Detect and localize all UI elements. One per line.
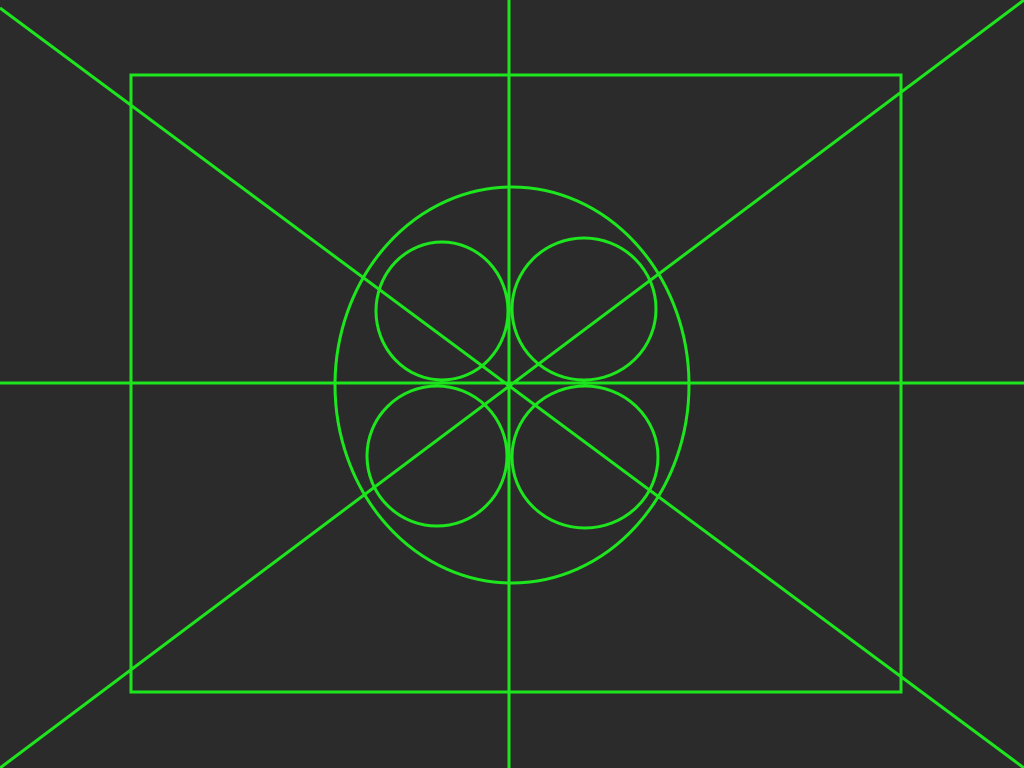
small-circle-bottom-left <box>365 384 509 528</box>
small-circle-bottom-right <box>510 384 660 530</box>
small-circle-top-right <box>510 236 658 382</box>
small-circle-top-left <box>374 240 510 382</box>
test-pattern-canvas <box>0 0 1024 768</box>
